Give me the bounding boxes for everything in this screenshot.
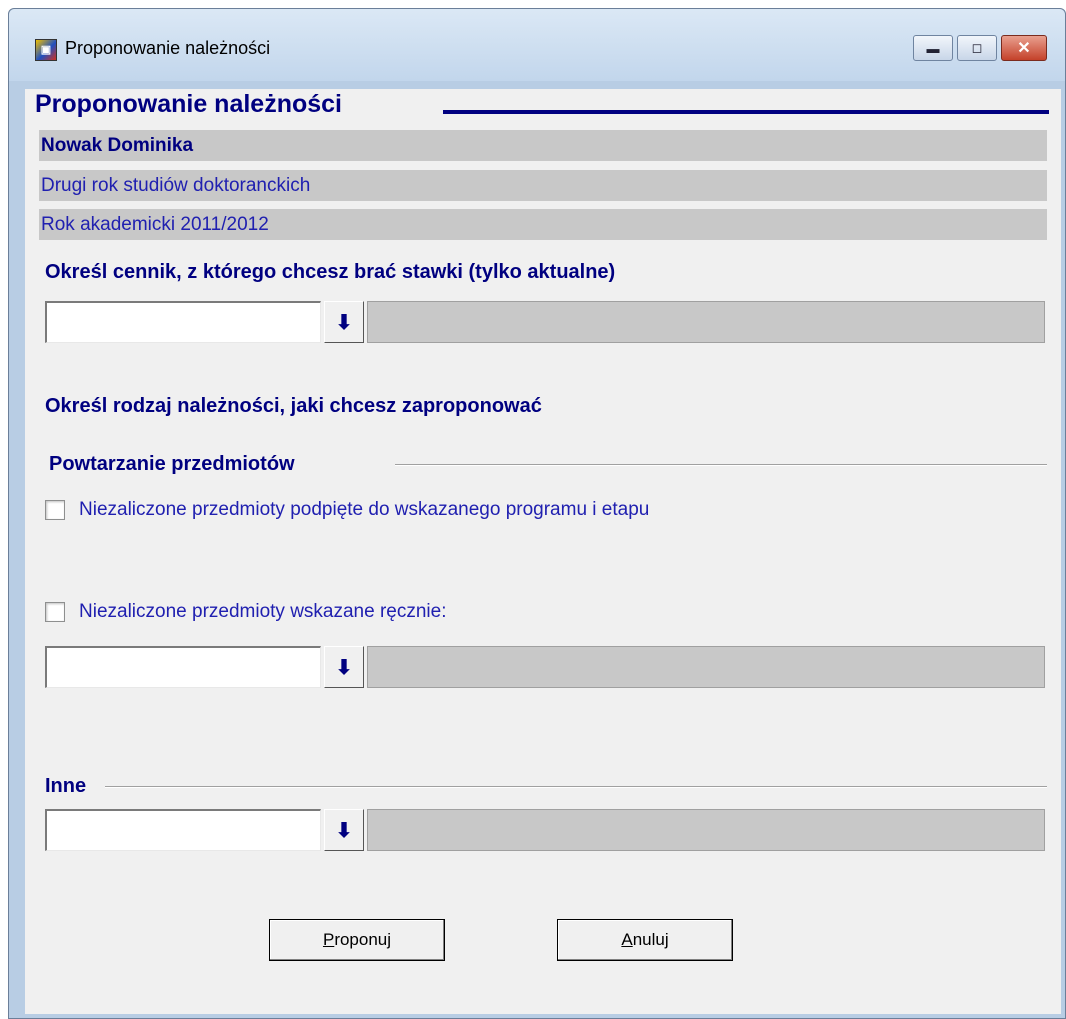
maximize-icon[interactable]: ◻	[957, 35, 997, 61]
other-dropdown-button[interactable]: ⬇	[324, 809, 364, 851]
pricelist-input[interactable]	[45, 301, 321, 343]
window-title: Proponowanie należności	[65, 38, 271, 58]
other-input[interactable]	[45, 809, 321, 851]
close-icon[interactable]: ✕	[1001, 35, 1047, 61]
subjects-lookup: ⬇	[45, 646, 1045, 688]
subjects-dropdown-button[interactable]: ⬇	[324, 646, 364, 688]
propose-label: roponuj	[334, 930, 392, 949]
fee-type-label: Określ rodzaj należności, jaki chcesz za…	[45, 395, 542, 417]
checkbox[interactable]	[45, 500, 65, 520]
repeat-group-label: Powtarzanie przedmiotów	[49, 453, 307, 476]
dialog-window: ▣ Proponowanie należności ▬ ◻ ✕ Proponow…	[8, 8, 1066, 1019]
other-lookup: ⬇	[45, 809, 1045, 851]
option-program-stage-label: Niezaliczone przedmioty podpięte do wska…	[79, 499, 650, 520]
app-icon: ▣	[35, 39, 57, 61]
pricelist-lookup: ⬇	[45, 301, 1045, 343]
cancel-button[interactable]: Anuluj	[557, 919, 733, 961]
academic-year: Rok akademicki 2011/2012	[39, 209, 1047, 240]
option-manual-label: Niezaliczone przedmioty wskazane ręcznie…	[79, 601, 447, 622]
student-name: Nowak Dominika	[39, 130, 1047, 161]
title-bar[interactable]: ▣ Proponowanie należności ▬ ◻ ✕	[9, 9, 1065, 81]
propose-mnemonic: P	[322, 930, 335, 949]
arrow-down-icon: ⬇	[335, 656, 353, 679]
arrow-down-icon: ⬇	[335, 311, 353, 334]
option-manual[interactable]: Niezaliczone przedmioty wskazane ręcznie…	[45, 601, 447, 623]
repeat-group-divider	[395, 464, 1047, 466]
checkbox[interactable]	[45, 602, 65, 622]
subjects-input[interactable]	[45, 646, 321, 688]
other-description	[367, 809, 1045, 851]
client-area: Proponowanie należności Nowak Dominika D…	[25, 89, 1061, 1014]
page-title: Proponowanie należności	[35, 90, 342, 118]
minimize-icon[interactable]: ▬	[913, 35, 953, 61]
cancel-label: nuluj	[632, 930, 669, 949]
title-underline	[443, 110, 1049, 114]
arrow-down-icon: ⬇	[335, 819, 353, 842]
subjects-description	[367, 646, 1045, 688]
study-year: Drugi rok studiów doktoranckich	[39, 170, 1047, 201]
pricelist-description	[367, 301, 1045, 343]
other-group-divider	[105, 786, 1047, 788]
propose-button[interactable]: Proponuj	[269, 919, 445, 961]
option-program-stage[interactable]: Niezaliczone przedmioty podpięte do wska…	[45, 499, 649, 521]
pricelist-dropdown-button[interactable]: ⬇	[324, 301, 364, 343]
other-group-label: Inne	[45, 775, 99, 798]
cancel-mnemonic: A	[621, 930, 633, 949]
window-controls: ▬ ◻ ✕	[909, 35, 1047, 61]
pricelist-label: Określ cennik, z którego chcesz brać sta…	[45, 261, 616, 283]
